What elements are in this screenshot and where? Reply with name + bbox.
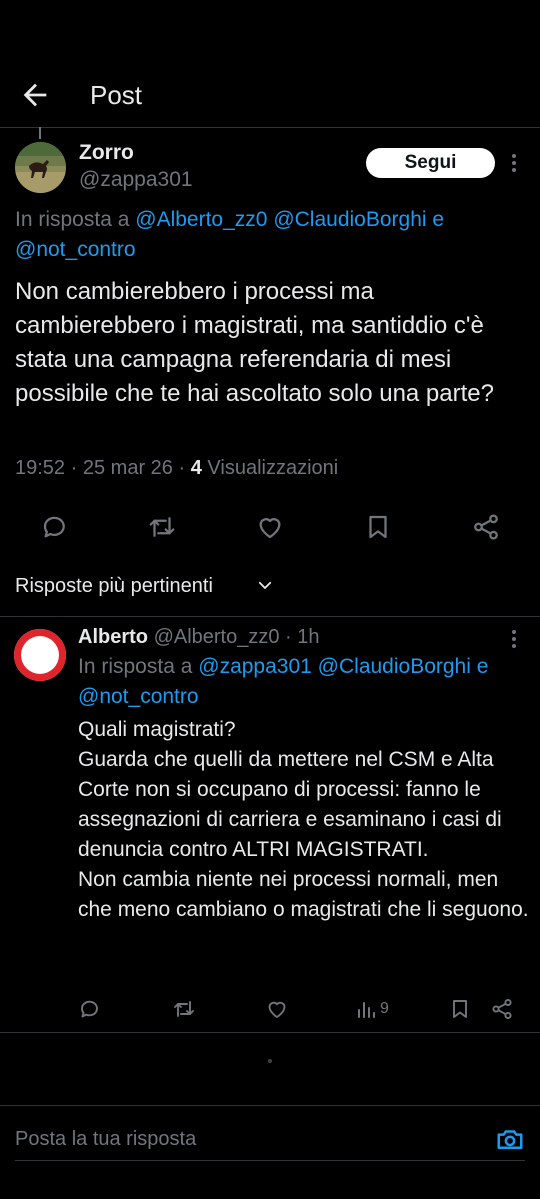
- replying-to-label: In risposta a: [78, 655, 193, 678]
- avatar[interactable]: [14, 629, 66, 681]
- follow-button[interactable]: Segui: [366, 148, 495, 178]
- reply-body-line: Quali magistrati?: [78, 718, 236, 741]
- mention-link[interactable]: @not_contro: [78, 685, 199, 708]
- replying-to: In risposta a @zappa301 @ClaudioBorghi e…: [78, 652, 528, 712]
- more-icon[interactable]: [505, 152, 523, 174]
- bookmark-icon[interactable]: [363, 512, 393, 542]
- mention-joiner: e: [476, 655, 489, 678]
- reply-body: Quali magistrati? Guarda che quelli da m…: [78, 715, 533, 925]
- page-title: Post: [90, 80, 143, 110]
- bookmark-icon[interactable]: [448, 997, 472, 1021]
- reply-author-name[interactable]: Alberto: [78, 626, 148, 648]
- meta-separator: ·: [285, 626, 292, 648]
- mention-link[interactable]: @ClaudioBorghi: [318, 655, 471, 678]
- mention-link[interactable]: @Alberto_zz0: [135, 208, 267, 231]
- retweet-icon[interactable]: [147, 512, 177, 542]
- replying-to: In risposta a @Alberto_zz0 @ClaudioBorgh…: [15, 205, 525, 265]
- mention-joiner: e: [432, 208, 445, 231]
- reply-age: 1h: [297, 626, 320, 648]
- reply-composer-input[interactable]: [15, 1124, 435, 1154]
- meta-separator: ·: [70, 457, 78, 479]
- divider: [0, 616, 540, 617]
- post-date: 25 mar 26: [82, 457, 173, 479]
- share-icon[interactable]: [490, 997, 514, 1021]
- mention-link[interactable]: @ClaudioBorghi: [273, 208, 426, 231]
- like-icon[interactable]: [265, 997, 289, 1021]
- replying-to-label: In risposta a: [15, 208, 130, 231]
- retweet-icon[interactable]: [172, 997, 196, 1021]
- more-icon[interactable]: [505, 628, 523, 650]
- mention-link[interactable]: @not_contro: [15, 238, 136, 261]
- meta-separator: ·: [178, 457, 186, 479]
- views-count: 4: [190, 457, 202, 479]
- share-icon[interactable]: [471, 512, 501, 542]
- thread-connector: [39, 127, 41, 139]
- reply-icon[interactable]: [40, 512, 70, 542]
- header-divider: [0, 127, 540, 128]
- post-body: Non cambierebbero i processi ma cambiere…: [15, 278, 494, 407]
- like-icon[interactable]: [255, 512, 285, 542]
- reply-author-line: Alberto @Alberto_zz0 · 1h: [78, 624, 320, 650]
- avatar[interactable]: [15, 142, 66, 193]
- author-handle[interactable]: @zappa301: [79, 167, 193, 193]
- chevron-down-icon[interactable]: [256, 576, 274, 594]
- camera-icon[interactable]: [495, 1124, 525, 1154]
- mention-link[interactable]: @zappa301: [198, 655, 312, 678]
- reply-icon[interactable]: [78, 997, 102, 1021]
- replies-sort[interactable]: Risposte più pertinenti: [15, 572, 213, 600]
- loading-indicator: [268, 1059, 272, 1063]
- composer-underline: [15, 1160, 525, 1161]
- divider: [0, 1032, 540, 1033]
- reply-body-line: Non cambia niente nei processi normali, …: [78, 868, 529, 921]
- reply-body-line: Guarda che quelli da mettere nel CSM e A…: [78, 748, 502, 861]
- author-name[interactable]: Zorro: [79, 140, 134, 166]
- views-icon: [356, 997, 376, 1021]
- divider: [0, 1105, 540, 1106]
- views-count: 9: [380, 1000, 389, 1017]
- back-arrow-icon[interactable]: [18, 78, 52, 112]
- reply-author-handle[interactable]: @Alberto_zz0: [154, 626, 280, 648]
- views-stat[interactable]: 9: [356, 997, 389, 1021]
- views-label[interactable]: Visualizzazioni: [207, 457, 338, 479]
- post-meta: 19:52 · 25 mar 26 · 4 Visualizzazioni: [15, 454, 338, 482]
- post-time: 19:52: [15, 457, 66, 479]
